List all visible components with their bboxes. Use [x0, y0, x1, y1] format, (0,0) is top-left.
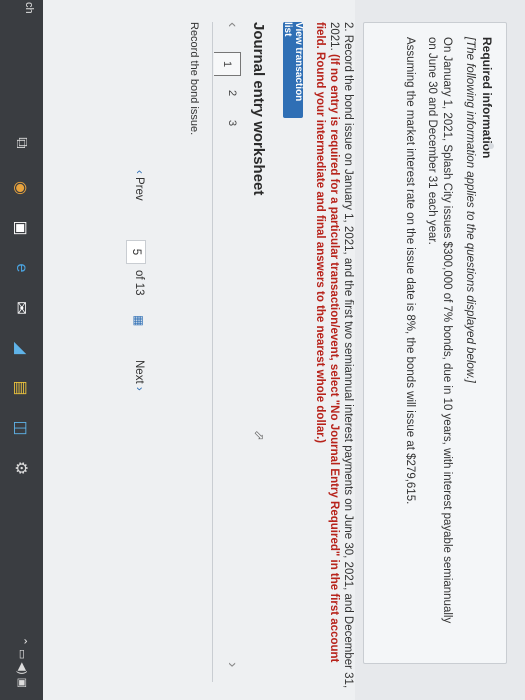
system-tray-icons[interactable]: ⌃ ▭ ◀) ▣ — [16, 637, 29, 688]
view-transaction-list-button[interactable]: View transaction list — [282, 22, 304, 118]
store-icon[interactable]: ▣ — [8, 215, 34, 241]
worksheet-tab-nav: ‹ 1 2 3 › — [212, 22, 247, 682]
task-view-icon[interactable]: ⧉ — [8, 130, 34, 156]
files-icon[interactable]: ▤ — [8, 375, 34, 401]
app-icon[interactable]: ◫ — [8, 415, 34, 441]
record-instruction: Record the bond issue. — [188, 22, 200, 136]
edge-icon[interactable]: e — [8, 255, 34, 281]
question-text: 2. Record the bond issue on January 1, 2… — [313, 22, 355, 692]
settings-icon[interactable]: ⚙ — [8, 455, 34, 481]
question-area: 2. Record the bond issue on January 1, 2… — [0, 0, 355, 700]
windows-taskbar: ch ⧉ ◉ ▣ e ✉ ◢ ▤ ◫ ⚙ ⌃ ▭ ◀) ▣ — [0, 0, 43, 700]
question-instructions: (If no entry is required for a particula… — [314, 22, 340, 663]
rotated-screen: Required information [The following info… — [0, 0, 525, 700]
tab-1[interactable]: 1 — [214, 52, 241, 76]
info-indicator-dot — [488, 143, 494, 149]
pagination: ‹ Prev 5 of 13 ▦ Next › — [122, 170, 150, 470]
chevron-left-icon[interactable]: ‹ — [223, 22, 241, 27]
current-page-field[interactable]: 5 — [126, 240, 146, 264]
mouse-cursor-icon: ⬀ — [252, 430, 267, 441]
search-box-label[interactable]: ch — [23, 2, 35, 14]
mail-icon[interactable]: ✉ — [8, 295, 34, 321]
info-paragraph-1: On January 1, 2021, Splash City issues $… — [426, 37, 453, 624]
photos-icon[interactable]: ◢ — [8, 335, 34, 361]
prev-button[interactable]: ‹ Prev — [133, 170, 145, 201]
chevron-right-icon[interactable]: › — [223, 662, 241, 667]
page-total: of 13 — [133, 270, 145, 296]
prev-label: Prev — [133, 177, 145, 201]
chrome-icon[interactable]: ◉ — [8, 175, 34, 201]
worksheet-title: Journal entry worksheet — [250, 22, 267, 196]
tab-3[interactable]: 3 — [221, 112, 243, 134]
info-note: [The following information applies to th… — [464, 37, 476, 383]
tab-2[interactable]: 2 — [221, 82, 243, 104]
next-label: Next — [133, 360, 145, 384]
info-paragraph-2: Assuming the market interest rate on the… — [404, 37, 416, 505]
grid-icon[interactable]: ▦ — [132, 315, 146, 326]
required-information-panel: Required information [The following info… — [363, 22, 507, 664]
info-title: Required information — [480, 37, 494, 159]
next-button[interactable]: Next › — [133, 360, 145, 391]
